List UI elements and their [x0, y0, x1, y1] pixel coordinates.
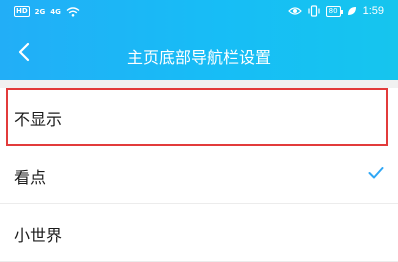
status-bar-left: HD 2G 4G	[14, 6, 80, 17]
battery-icon: 80	[325, 5, 343, 17]
wifi-icon	[66, 6, 80, 17]
hd-badge: HD	[14, 6, 30, 17]
title-bar: 主页底部导航栏设置	[0, 30, 398, 78]
vibrate-icon	[308, 5, 320, 17]
option-label: 不显示	[14, 110, 63, 129]
status-bar-right: 80 1:59	[287, 5, 384, 17]
option-label: 小世界	[14, 226, 63, 245]
option-list: 不显示 看点 小世界	[0, 88, 398, 262]
leaf-icon	[347, 7, 356, 15]
option-item-small-world[interactable]: 小世界	[0, 204, 398, 262]
eye-icon	[287, 7, 302, 15]
sim1-signal-icon: 2G	[34, 7, 46, 16]
option-item-kandian[interactable]: 看点	[0, 146, 398, 204]
app-header: HD 2G 4G 80 1:59 主页底部导航栏设置	[0, 0, 398, 80]
checkmark-icon	[368, 167, 384, 179]
status-time: 1:59	[362, 5, 384, 17]
option-item-none[interactable]: 不显示	[6, 88, 388, 146]
option-label: 看点	[14, 168, 47, 187]
status-bar: HD 2G 4G 80 1:59	[0, 0, 398, 24]
page-title: 主页底部导航栏设置	[126, 48, 271, 67]
sim2-signal-icon: 4G	[50, 7, 61, 16]
